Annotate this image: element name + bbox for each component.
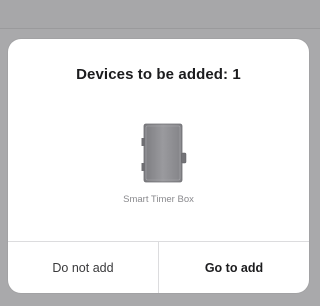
dialog-title: Devices to be added: 1 xyxy=(76,66,241,83)
add-devices-dialog: Devices to be added: 1 Smart Timer Box D… xyxy=(8,39,309,293)
device-name-label: Smart Timer Box xyxy=(123,194,194,205)
go-to-add-button[interactable]: Go to add xyxy=(159,242,309,293)
background-top-bar xyxy=(0,0,320,29)
timer-box-device-icon xyxy=(141,123,187,183)
do-not-add-button[interactable]: Do not add xyxy=(8,242,158,293)
dialog-actions: Do not add Go to add xyxy=(8,241,309,293)
